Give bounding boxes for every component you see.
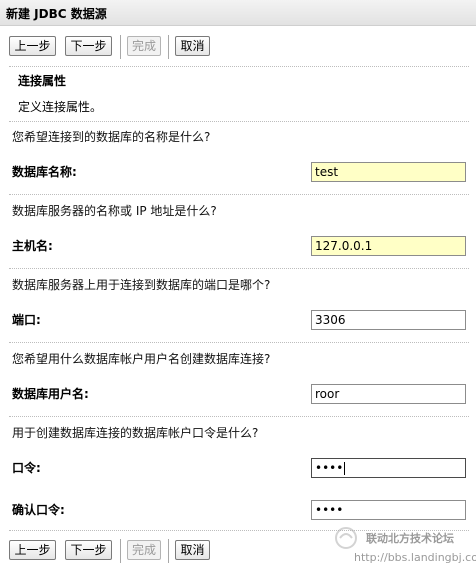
dialog-title: 新建 JDBC 数据源 <box>6 7 107 21</box>
db-user-value: roor <box>315 387 340 401</box>
password-input[interactable]: •••• <box>311 458 466 478</box>
port-label: 端口: <box>12 313 41 327</box>
confirm-password-value: •••• <box>315 503 344 517</box>
divider <box>9 66 469 67</box>
divider <box>9 121 469 122</box>
toolbar-separator <box>168 539 169 563</box>
divider <box>9 268 469 269</box>
divider <box>9 342 469 343</box>
watermark-text: 联动北方技术论坛 <box>366 532 454 545</box>
host-input[interactable]: 127.0.0.1 <box>311 236 466 256</box>
host-question: 数据库服务器的名称或 IP 地址是什么? <box>12 204 217 218</box>
confirm-password-label: 确认口令: <box>12 503 65 517</box>
finish-button: 完成 <box>127 36 161 56</box>
next-button[interactable]: 下一步 <box>65 540 112 560</box>
port-input[interactable]: 3306 <box>311 310 466 330</box>
db-user-question: 您希望用什么数据库帐户用户名创建数据库连接? <box>12 352 271 366</box>
next-button[interactable]: 下一步 <box>65 36 112 56</box>
db-name-question: 您希望连接到的数据库的名称是什么? <box>12 130 211 144</box>
toolbar-separator <box>120 539 121 563</box>
text-caret <box>344 462 346 475</box>
toolbar-separator <box>120 35 121 59</box>
prev-button[interactable]: 上一步 <box>9 36 56 56</box>
port-question: 数据库服务器上用于连接到数据库的端口是哪个? <box>12 278 271 292</box>
db-name-label: 数据库名称: <box>12 165 77 179</box>
dialog-title-bar: 新建 JDBC 数据源 <box>0 0 476 26</box>
host-label: 主机名: <box>12 239 53 253</box>
port-value: 3306 <box>315 313 346 327</box>
toolbar-separator <box>168 35 169 59</box>
cancel-button[interactable]: 取消 <box>175 540 210 560</box>
db-name-value: test <box>315 165 339 179</box>
prev-button[interactable]: 上一步 <box>9 540 56 560</box>
cancel-button[interactable]: 取消 <box>175 36 210 56</box>
section-heading: 连接属性 <box>18 74 67 88</box>
password-question: 用于创建数据库连接的数据库帐户口令是什么? <box>12 426 259 440</box>
divider <box>9 416 469 417</box>
password-value: •••• <box>315 461 344 475</box>
section-description: 定义连接属性。 <box>18 100 103 114</box>
finish-button: 完成 <box>127 540 161 560</box>
host-value: 127.0.0.1 <box>315 239 373 253</box>
confirm-password-input[interactable]: •••• <box>311 500 466 520</box>
db-user-input[interactable]: roor <box>311 384 466 404</box>
password-label: 口令: <box>12 461 41 475</box>
watermark-url: http://bbs.landingbj.com <box>354 551 476 564</box>
db-user-label: 数据库用户名: <box>12 387 89 401</box>
divider <box>9 194 469 195</box>
db-name-input[interactable]: test <box>311 162 466 182</box>
